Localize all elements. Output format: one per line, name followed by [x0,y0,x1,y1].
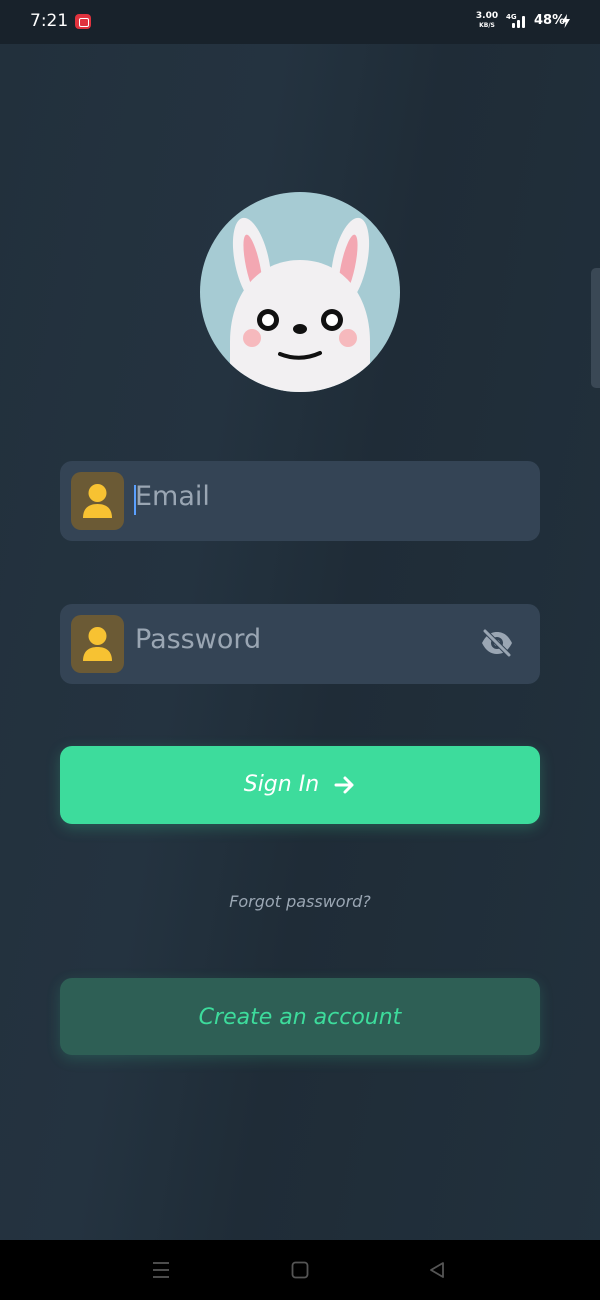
charging-icon [562,14,570,28]
back-icon[interactable] [428,1260,446,1280]
eye-off-icon[interactable] [480,628,514,658]
email-field[interactable]: Email [60,461,540,541]
bunny-icon [230,217,370,392]
edge-scroll-handle[interactable] [591,268,600,388]
menu-icon[interactable] [152,1260,170,1280]
arrow-right-icon [334,776,354,793]
sign-in-button[interactable]: Sign In [60,746,540,824]
email-placeholder: Email [135,481,210,512]
create-account-label: Create an account [198,1005,402,1030]
user-icon [83,627,112,661]
network-speed-unit: KB/S [479,22,495,29]
forgot-password-link[interactable]: Forgot password? [0,892,600,911]
email-user-icon-box [71,472,124,530]
user-icon [83,484,112,518]
signal-icon [510,14,528,28]
password-placeholder: Password [135,624,262,655]
sign-in-label: Sign In [243,772,320,797]
status-bar: 7:21 3.00 KB/S 4G 48% [0,0,600,44]
password-user-icon-box [71,615,124,673]
home-icon[interactable] [291,1260,309,1280]
screen-record-icon [75,14,91,29]
network-speed: 3.00 KB/S [475,12,499,30]
status-time: 7:21 [30,11,69,31]
network-speed-value: 3.00 [475,11,499,21]
bunny-avatar [200,192,400,392]
navigation-bar [0,1240,600,1300]
create-account-button[interactable]: Create an account [60,978,540,1055]
battery-level: 48% [534,13,566,28]
password-field[interactable]: Password [60,604,540,684]
